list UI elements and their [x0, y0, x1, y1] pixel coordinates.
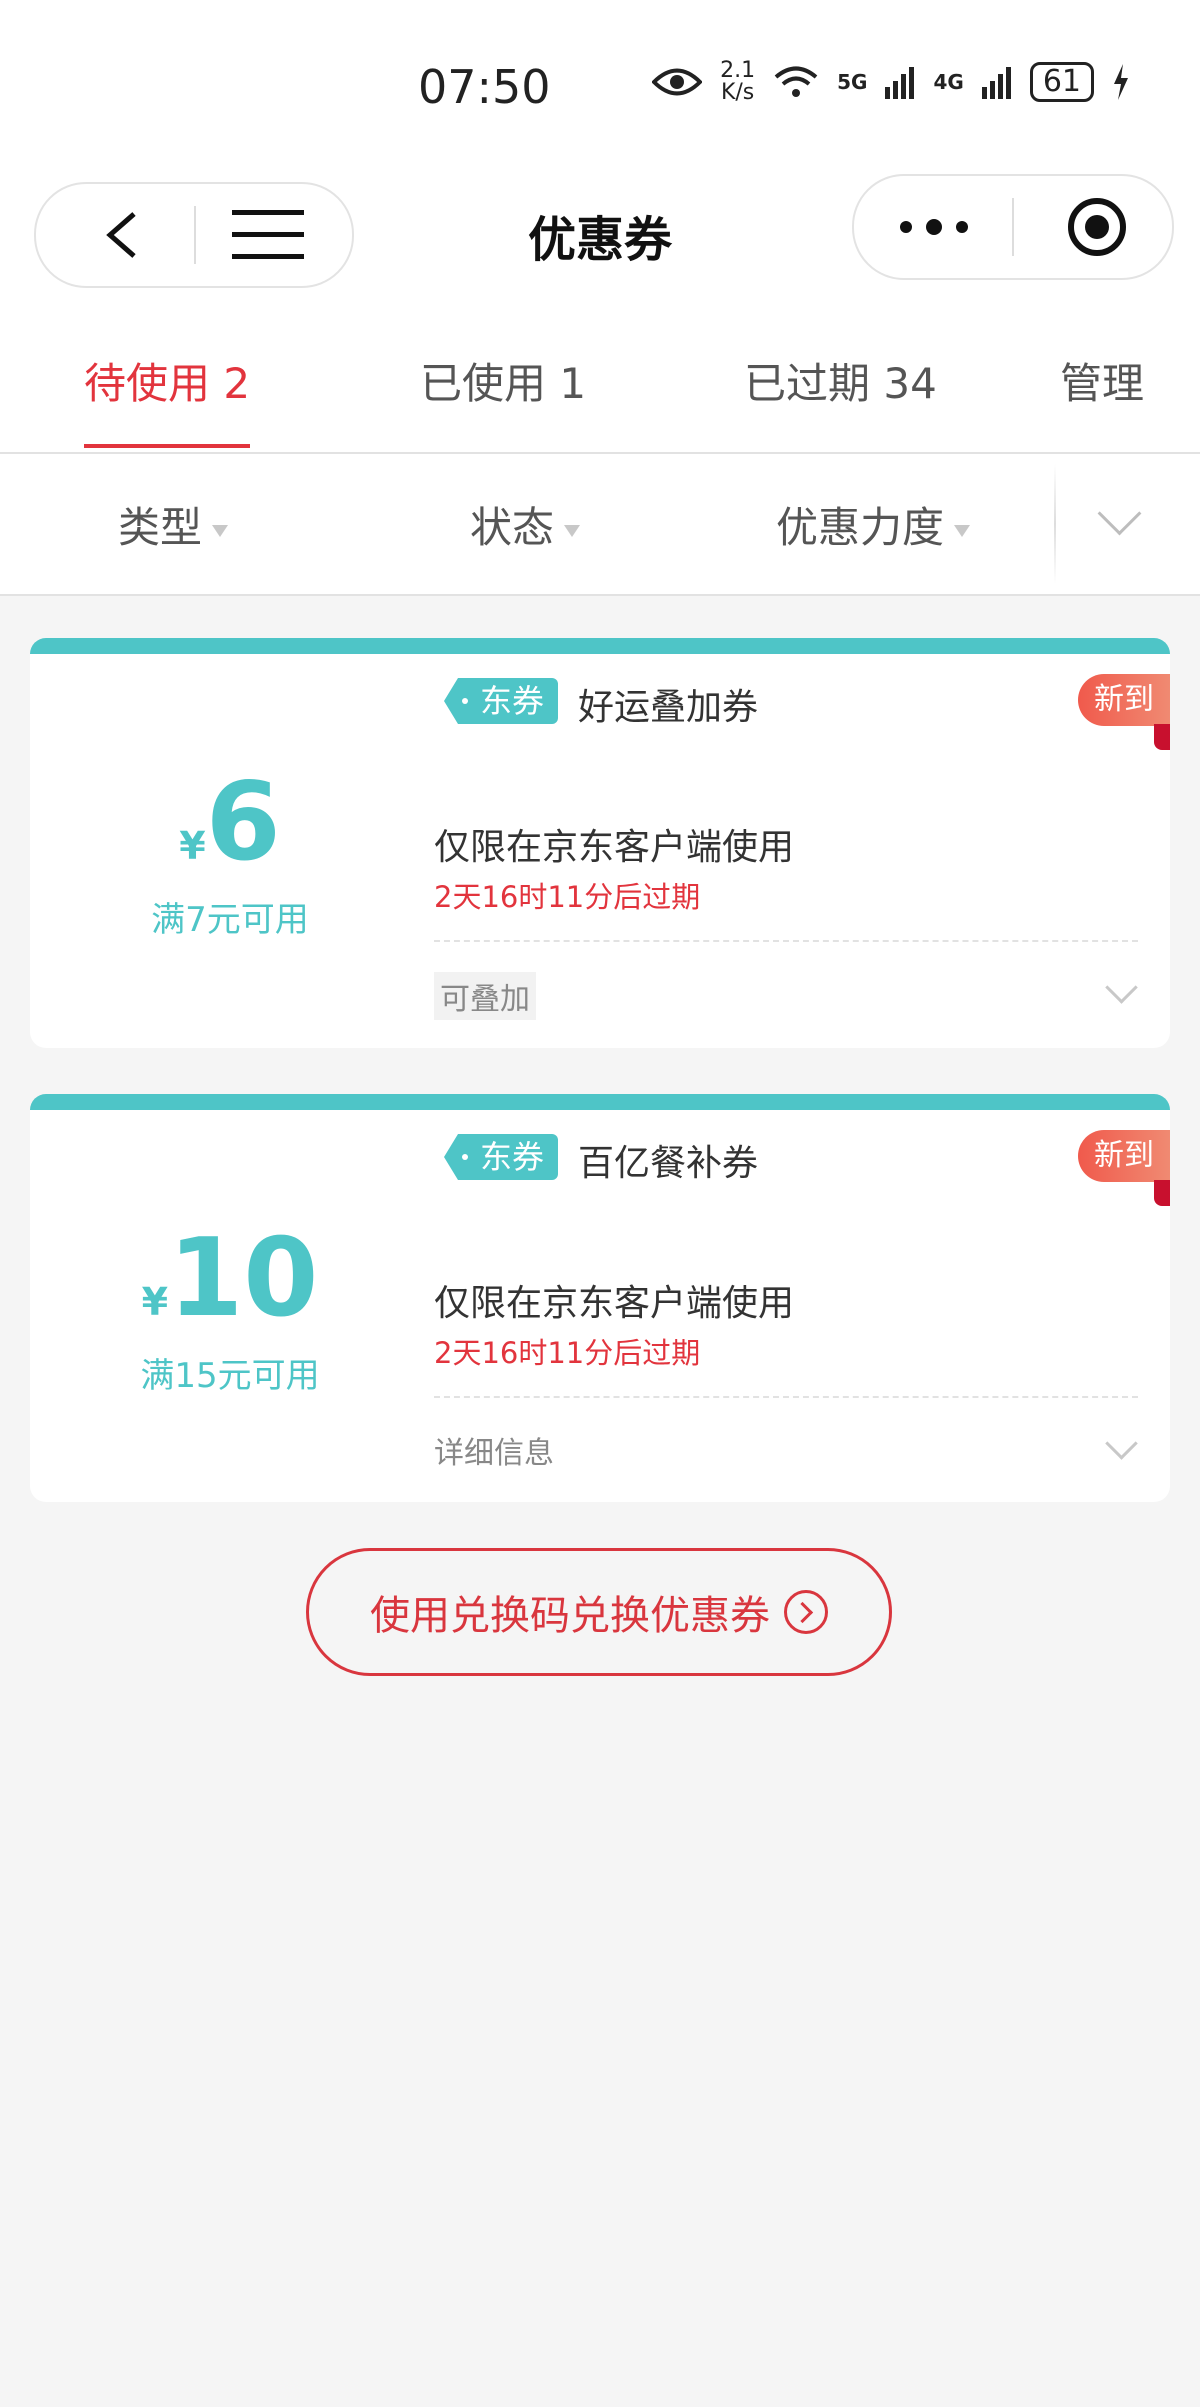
coupon-condition: 满15元可用	[140, 1356, 320, 1396]
coupon-name: 百亿餐补券	[578, 1143, 759, 1184]
nav-capsule-right	[852, 174, 1174, 280]
coupon-desc: 仅限在京东客户端使用	[434, 827, 795, 868]
filter-bar: 类型 状态 优惠力度	[0, 454, 1200, 596]
status-time: 07:50	[418, 60, 551, 114]
coupon-divider	[434, 1396, 1138, 1398]
signal-4g-label: 4G	[933, 70, 964, 94]
redeem-code-button[interactable]: 使用兑换码兑换优惠券	[306, 1548, 892, 1676]
battery-level: 61	[1029, 62, 1094, 102]
currency-symbol: ¥	[141, 1280, 169, 1324]
coupon-details-link[interactable]: 详细信息	[434, 1428, 554, 1472]
filter-discount[interactable]: 优惠力度	[776, 494, 971, 555]
redeem-code-label: 使用兑换码兑换优惠券	[370, 1593, 770, 1639]
chevron-down-icon[interactable]	[1105, 1427, 1138, 1460]
filter-type-label: 类型	[118, 503, 203, 552]
net-speed-unit: K/s	[720, 80, 755, 105]
filter-divider	[1054, 464, 1056, 584]
capsule-divider	[1012, 198, 1014, 256]
tab-pending[interactable]: 待使用 2	[84, 350, 250, 411]
tab-bar: 待使用 2 已使用 1 已过期 34 管理	[0, 310, 1200, 454]
coupon-top-strip	[30, 1094, 1170, 1110]
signal-bars-icon	[981, 67, 1011, 99]
coupon-divider	[434, 940, 1138, 942]
coupon-name: 好运叠加券	[578, 687, 759, 728]
caret-down-icon	[564, 524, 581, 537]
coupon-card[interactable]: 东券 好运叠加券 新到 ¥6 满7元可用 仅限在京东客户端使用 2天16时11分…	[30, 638, 1170, 1048]
filter-status[interactable]: 状态	[470, 494, 581, 555]
net-speed: 2.1 K/s	[720, 60, 755, 104]
coupon-desc: 仅限在京东客户端使用	[434, 1283, 795, 1324]
filter-discount-label: 优惠力度	[776, 503, 945, 552]
signal-5g-label: 5G	[837, 70, 868, 94]
coupon-tag: 东券	[444, 678, 559, 724]
coupon-tag: 东券	[444, 1134, 559, 1180]
tab-active-indicator	[84, 444, 250, 448]
caret-down-icon	[954, 524, 971, 537]
coupon-card[interactable]: 东券 百亿餐补券 新到 ¥10 满15元可用 仅限在京东客户端使用 2天16时1…	[30, 1094, 1170, 1502]
new-badge: 新到	[1078, 674, 1170, 726]
coupon-top-strip	[30, 638, 1170, 654]
badge-fold	[1154, 724, 1170, 750]
coupon-expiry: 2天16时11分后过期	[434, 1336, 701, 1370]
amount-value: 10	[168, 1216, 319, 1341]
status-bar: 07:50 2.1 K/s 5G 4G 61	[0, 0, 1200, 160]
filter-status-label: 状态	[470, 503, 555, 552]
chevron-down-icon[interactable]	[1105, 971, 1138, 1004]
coupon-expiry: 2天16时11分后过期	[434, 880, 701, 914]
coupon-amount: ¥10	[30, 1216, 430, 1341]
currency-symbol: ¥	[179, 824, 206, 868]
wifi-icon	[774, 66, 818, 97]
tab-manage[interactable]: 管理	[1060, 350, 1144, 411]
net-speed-value: 2.1	[720, 58, 756, 83]
filter-type[interactable]: 类型	[118, 494, 229, 555]
coupon-condition: 满7元可用	[151, 900, 309, 940]
eye-icon	[652, 68, 703, 96]
status-icons: 2.1 K/s 5G 4G 61	[652, 60, 1130, 104]
coupon-footer: 可叠加	[434, 972, 536, 1020]
coupon-amount: ¥6	[30, 760, 430, 885]
charging-icon	[1114, 64, 1128, 100]
caret-down-icon	[212, 524, 229, 537]
new-badge: 新到	[1078, 1130, 1170, 1182]
amount-value: 6	[205, 760, 281, 885]
circle-arrow-icon	[784, 1590, 828, 1634]
badge-fold	[1154, 1180, 1170, 1206]
tab-used[interactable]: 已使用 1	[420, 350, 586, 411]
more-icon[interactable]	[898, 212, 970, 242]
signal-bars-icon	[885, 67, 915, 99]
tab-expired[interactable]: 已过期 34	[744, 350, 937, 411]
target-icon[interactable]	[1066, 196, 1128, 258]
expand-filters-icon[interactable]	[1097, 491, 1142, 536]
